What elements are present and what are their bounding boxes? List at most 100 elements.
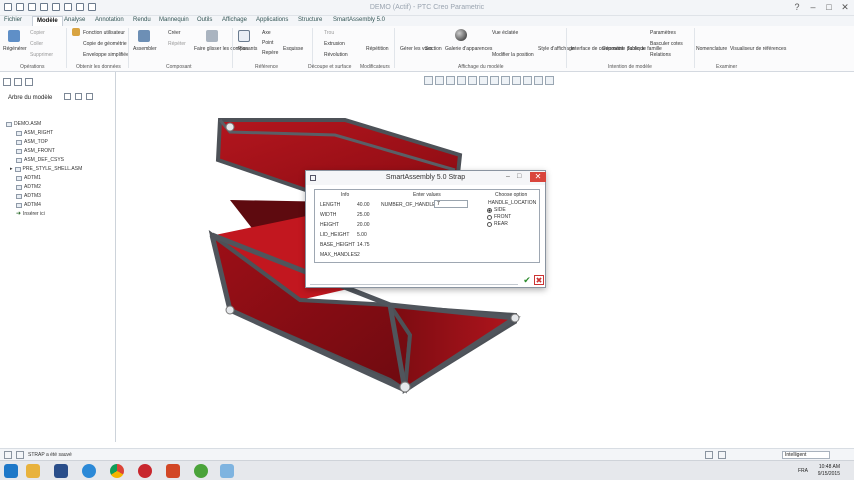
spin-center-icon[interactable] [534, 76, 543, 85]
view-manager-icon[interactable] [490, 76, 499, 85]
dialog-minimize-button[interactable]: – [506, 173, 510, 180]
section-view-icon[interactable] [545, 76, 554, 85]
reference-viewer-button[interactable]: Visualiseur de références [730, 46, 786, 52]
dialog-maximize-button[interactable]: □ [517, 173, 521, 180]
drag-components-icon[interactable] [206, 30, 218, 42]
tree-item-adtm2[interactable]: ADTM2 [6, 183, 82, 192]
tab-fichier[interactable]: Fichier [4, 17, 22, 23]
tab-annotation[interactable]: Annotation [95, 17, 124, 23]
favorites-tab-icon[interactable] [25, 78, 33, 86]
plane-button[interactable]: Plan [238, 46, 248, 52]
zoom-in-icon[interactable] [435, 76, 444, 85]
tab-mannequin[interactable]: Mannequin [159, 17, 189, 23]
tree-item-adtm4[interactable]: ADTM4 [6, 201, 82, 210]
browser-toggle-icon[interactable] [16, 451, 24, 459]
axis-button[interactable]: Axe [262, 30, 271, 36]
tree-settings-icon[interactable] [64, 93, 71, 100]
relations-button[interactable]: Relations [650, 52, 671, 58]
radio-side[interactable]: SIDE [487, 207, 506, 213]
tree-item-asm-right[interactable]: ASM_RIGHT [6, 129, 82, 138]
nomenclature-button[interactable]: Nomenclature [696, 46, 727, 52]
powerpoint-icon[interactable] [166, 464, 180, 478]
shrinkwrap-button[interactable]: Enveloppe simplifiée [83, 52, 129, 58]
tree-columns-icon[interactable] [75, 93, 82, 100]
point-button[interactable]: Point [262, 40, 273, 46]
paste-button[interactable]: Coller [30, 41, 43, 47]
tree-item-adtm3[interactable]: ADTM3 [6, 192, 82, 201]
copy-geometry-button[interactable]: Copie de géométrie [83, 41, 127, 47]
tab-analyse[interactable]: Analyse [64, 17, 85, 23]
csys-button[interactable]: Repère [262, 50, 278, 56]
folder-browser-tab-icon[interactable] [14, 78, 22, 86]
assemble-icon[interactable] [138, 30, 150, 42]
minimize-button[interactable]: – [808, 2, 818, 12]
tab-outils[interactable]: Outils [197, 17, 212, 23]
hole-button[interactable]: Trou [324, 30, 334, 36]
switch-dimensions-button[interactable]: Basculer cotes [650, 41, 683, 47]
tree-item-demo-asm[interactable]: DEMO.ASM [6, 120, 82, 129]
repaint-icon[interactable] [457, 76, 466, 85]
zoom-out-icon[interactable] [446, 76, 455, 85]
dialog-close-button[interactable]: ✕ [530, 172, 546, 182]
radio-rear[interactable]: REAR [487, 221, 508, 227]
tree-item-adtm1[interactable]: ADTM1 [6, 174, 82, 183]
tab-applications[interactable]: Applications [256, 17, 288, 23]
repeat-button[interactable]: Répéter [168, 41, 186, 47]
maximize-button[interactable]: □ [824, 2, 834, 12]
active-window-icon[interactable] [220, 464, 234, 478]
cancel-button[interactable]: ✖ [534, 275, 544, 285]
tree-item-pre-style-shell[interactable]: ▸ PRE_STYLE_SHELL.ASM [6, 165, 82, 174]
appearance-gallery-button[interactable]: Galerie d'apparences [445, 46, 492, 52]
regenerate-icon[interactable] [8, 30, 20, 42]
create-button[interactable]: Créer [168, 30, 181, 36]
user-defined-feature-button[interactable]: Fonction utilisateur [83, 30, 125, 36]
pattern-button[interactable]: Répétition [366, 46, 389, 52]
edit-position-button[interactable]: Modifier la position [492, 52, 534, 58]
tree-show-icon[interactable] [86, 93, 93, 100]
help-icon[interactable]: ? [792, 2, 802, 12]
saved-views-icon[interactable] [479, 76, 488, 85]
delete-button[interactable]: Supprimer [30, 52, 53, 58]
tab-rendu[interactable]: Rendu [133, 17, 151, 23]
internet-explorer-icon[interactable] [82, 464, 96, 478]
find-icon[interactable] [705, 451, 713, 459]
tab-structure[interactable]: Structure [298, 17, 322, 23]
number-of-handles-input[interactable] [434, 200, 468, 208]
tree-item-asm-top[interactable]: ASM_TOP [6, 138, 82, 147]
selection-filter-select[interactable]: Intelligent [782, 451, 830, 459]
outlook-icon[interactable] [54, 464, 68, 478]
model-tree-tab-icon[interactable] [3, 78, 11, 86]
windows-start-icon[interactable] [4, 464, 18, 478]
datum-display-icon[interactable] [512, 76, 521, 85]
expand-icon[interactable]: ▸ [10, 165, 13, 174]
tree-item-insert-here[interactable]: ➜ Insérer ici [6, 210, 82, 219]
extrude-button[interactable]: Extrusion [324, 41, 345, 47]
file-explorer-icon[interactable] [26, 464, 40, 478]
display-style-icon[interactable] [468, 76, 477, 85]
system-clock[interactable]: 10:48 AM 9/15/2015 [818, 464, 840, 478]
assemble-button[interactable]: Assembler [133, 46, 157, 52]
tab-modele[interactable]: Modèle [32, 16, 63, 26]
regenerate-button[interactable]: Régénérer [3, 46, 27, 52]
perspective-icon[interactable] [501, 76, 510, 85]
tab-affichage[interactable]: Affichage [222, 17, 247, 23]
appearance-sphere-icon[interactable] [455, 29, 467, 41]
refit-icon[interactable] [424, 76, 433, 85]
radio-front[interactable]: FRONT [487, 214, 511, 220]
parameters-button[interactable]: Paramètres [650, 30, 676, 36]
tree-item-asm-front[interactable]: ASM_FRONT [6, 147, 82, 156]
tree-item-asm-def-csys[interactable]: ASM_DEF_CSYS [6, 156, 82, 165]
revolve-button[interactable]: Révolution [324, 52, 348, 58]
display-style-button[interactable]: Style d'affichage [538, 46, 574, 52]
annotation-display-icon[interactable] [523, 76, 532, 85]
message-log-icon[interactable] [4, 451, 12, 459]
close-button[interactable]: ✕ [840, 2, 850, 12]
chrome-icon[interactable] [110, 464, 124, 478]
tab-smartassembly[interactable]: SmartAssembly 5.0 [333, 17, 385, 23]
sketch-button[interactable]: Esquisse [283, 46, 303, 52]
ok-button[interactable]: ✔ [522, 275, 532, 285]
creo-icon[interactable] [138, 464, 152, 478]
selection-icon[interactable] [718, 451, 726, 459]
camtasia-icon[interactable] [194, 464, 208, 478]
section-button[interactable]: Section [425, 46, 442, 52]
